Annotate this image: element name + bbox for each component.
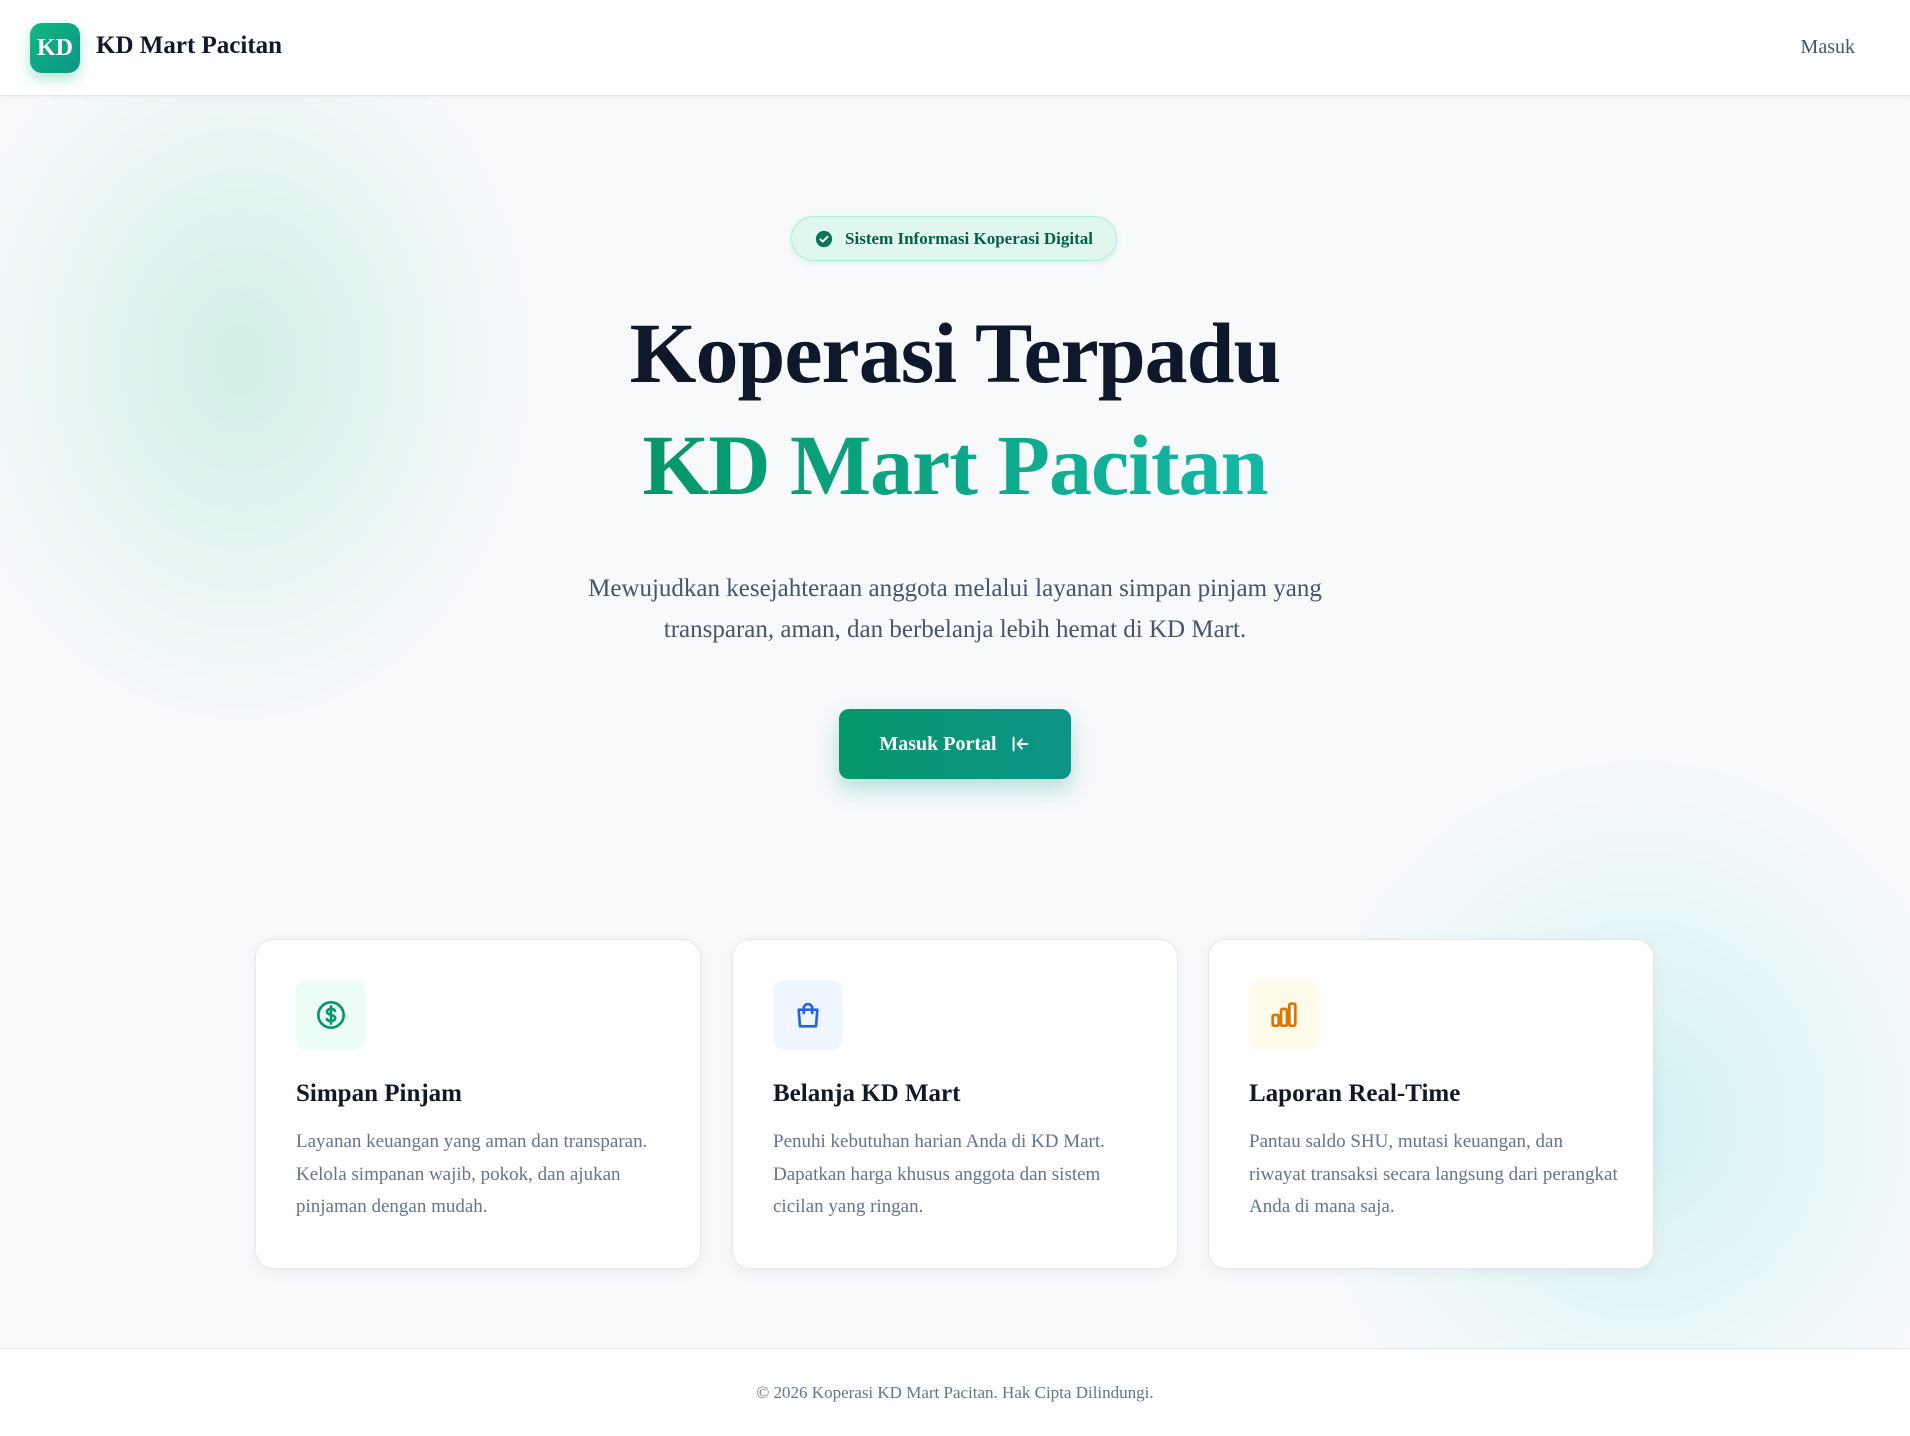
feature-description: Penuhi kebutuhan harian Anda di KD Mart.… — [773, 1131, 1105, 1218]
feature-description: Layanan keuangan yang aman dan transpara… — [296, 1131, 648, 1218]
hero-badge-label: Sistem Informasi Koperasi Digital — [845, 228, 1093, 248]
portal-login-button[interactable]: Masuk Portal — [839, 709, 1071, 779]
check-circle-icon — [815, 230, 833, 248]
dollar-circle-icon — [296, 980, 366, 1050]
feature-title: Simpan Pinjam — [296, 1080, 463, 1107]
feature-card-simpan-pinjam: Simpan Pinjam Layanan keuangan yang aman… — [255, 939, 701, 1269]
feature-title: Laporan Real-Time — [1249, 1080, 1461, 1107]
hero-title-highlight-text: KD Mart Pacitan — [642, 417, 1268, 513]
logo-badge[interactable]: KD — [30, 23, 80, 73]
shopping-bag-icon — [773, 980, 843, 1050]
bar-chart-icon — [1249, 980, 1319, 1050]
login-arrow-icon — [1009, 733, 1031, 755]
feature-title: Belanja KD Mart — [773, 1080, 961, 1107]
feature-card-laporan: Laporan Real-Time Pantau saldo SHU, muta… — [1208, 939, 1654, 1269]
brand-name[interactable]: KD Mart Pacitan — [96, 32, 282, 60]
feature-card-belanja: Belanja KD Mart Penuhi kebutuhan harian … — [732, 939, 1178, 1269]
top-navbar: KD KD Mart Pacitan Masuk — [0, 0, 1910, 96]
copyright-text: © 2026 Koperasi KD Mart Pacitan. Hak Cip… — [756, 1383, 1154, 1402]
hero-subtitle: Mewujudkan kesejahteraan anggota melalui… — [588, 575, 1322, 644]
page-footer: © 2026 Koperasi KD Mart Pacitan. Hak Cip… — [0, 1348, 1910, 1436]
portal-login-label: Masuk Portal — [879, 732, 997, 755]
hero-badge: Sistem Informasi Koperasi Digital — [791, 216, 1117, 261]
feature-description: Pantau saldo SHU, mutasi keuangan, dan r… — [1249, 1131, 1618, 1218]
hero-title: Koperasi Terpadu — [629, 305, 1282, 401]
main-content: Sistem Informasi Koperasi Digital Kopera… — [0, 96, 1910, 1348]
hero-title-highlight: KD Mart Pacitan — [0, 418, 1910, 513]
login-link[interactable]: Masuk — [1801, 36, 1855, 59]
logo-text: KD — [37, 34, 73, 61]
